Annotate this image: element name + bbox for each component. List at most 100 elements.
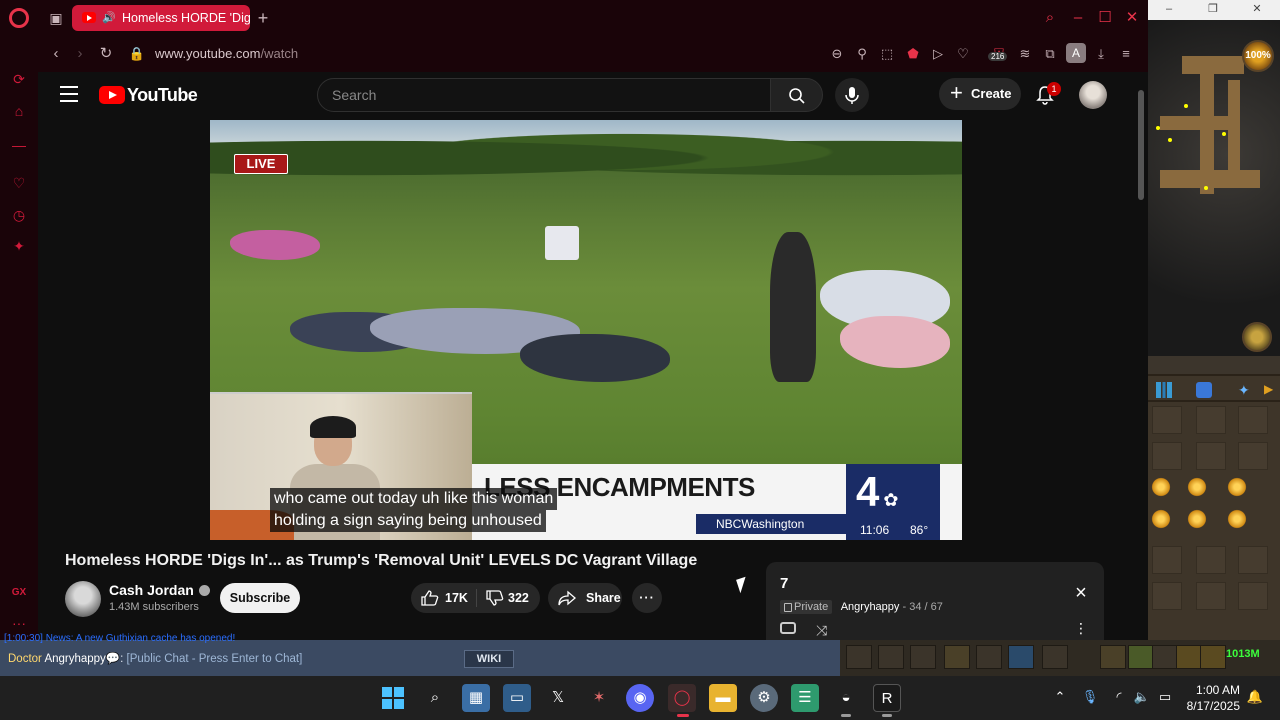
pocket-icon[interactable]: ⬟ [904,45,922,63]
lightbulb-icon[interactable] [944,645,970,669]
calculator-icon[interactable]: ▦ [462,684,490,712]
inventory-slot[interactable] [1238,582,1268,610]
url-field[interactable]: www.youtube.com/watch [155,46,298,61]
rune-item-icon[interactable] [1226,476,1248,498]
search-button[interactable] [770,78,823,112]
music-tab-icon[interactable] [1042,645,1068,669]
youtube-wordmark[interactable]: YouTube [127,85,198,106]
settings-icon[interactable]: ⚙ [750,684,778,712]
channel-name-link[interactable]: Cash Jordan [109,582,210,598]
inventory-slot[interactable] [1152,582,1182,610]
history-icon[interactable]: ◷ [10,206,28,224]
notification-bell-icon[interactable]: 🔔 [1246,688,1264,706]
microphone-tray-icon[interactable]: 🎙 [1081,688,1099,706]
x-app-icon[interactable]: 𝕏 [544,684,572,712]
chat-input-line[interactable]: Doctor Angryhappy💬: [Public Chat - Press… [8,651,302,665]
playlist-close-icon[interactable]: × [1072,583,1090,603]
rune-item-icon[interactable] [1186,476,1208,498]
opera-logo-icon[interactable] [9,8,29,28]
download-icon[interactable]: ⤓ [1092,45,1110,63]
back-button[interactable]: ‹ [46,44,66,64]
snapshot-icon[interactable]: ⬚ [878,45,896,63]
bookmarks-heart-icon[interactable]: ♡ [10,174,28,192]
game-maximize-button[interactable]: ❐ [1206,2,1220,16]
photos-icon[interactable]: ▭ [503,684,531,712]
reload-button[interactable]: ↻ [96,44,116,64]
search-tabs-icon[interactable]: ⌕ [1040,8,1060,28]
game-minimize-button[interactable]: – [1162,2,1176,16]
extensions-icon[interactable]: ⧉ [1041,45,1059,63]
playlist-title[interactable]: 7 [780,575,788,592]
channel-avatar[interactable] [65,581,101,617]
profile-avatar[interactable]: A [1066,43,1086,63]
rune-item-icon[interactable] [1186,508,1208,530]
minimize-button[interactable]: – [1068,8,1088,28]
inventory-slot[interactable] [1238,406,1268,434]
dislike-button[interactable]: 322 [478,583,540,613]
tray-overflow-icon[interactable]: ⌃ [1051,688,1069,706]
brave-icon[interactable]: ✶ [585,684,613,712]
file-explorer-icon[interactable]: ▬ [709,684,737,712]
playlist-owner[interactable]: Angryhappy [841,601,900,613]
lock-tab-icon[interactable] [1176,645,1202,669]
voice-search-button[interactable] [835,78,869,112]
rune-item-icon[interactable] [1150,508,1172,530]
search-input[interactable]: Search [317,78,771,112]
maximize-button[interactable]: ☐ [1095,8,1115,28]
inventory-slot[interactable] [1152,406,1182,434]
share-button[interactable]: Share [548,583,622,613]
hitpoints-orb[interactable]: 100% [1242,40,1274,72]
shuffle-icon[interactable]: ⤨ [816,622,827,639]
game-close-button[interactable]: ✕ [1250,2,1264,16]
lock-icon[interactable]: 🔒 [127,44,147,64]
star-tab-icon[interactable] [1008,645,1034,669]
create-button[interactable]: Create [939,77,1021,110]
forward-button[interactable]: › [70,44,90,64]
account-avatar[interactable] [1079,81,1107,109]
equipment-tab-icon[interactable] [910,645,936,669]
sidebar-more-icon[interactable]: ··· [10,614,28,632]
skills-tab-icon[interactable] [878,645,904,669]
speaker-icon[interactable]: 🔊 [102,5,116,31]
search-icon[interactable]: ⌕ [421,684,449,712]
inventory-slot[interactable] [1238,546,1268,574]
easy-setup-icon[interactable]: ≡ [1117,45,1135,63]
subscribe-button[interactable]: Subscribe [220,583,300,613]
new-tab-button[interactable]: + [254,9,272,27]
notes-tab-icon[interactable] [1100,645,1126,669]
windows-start-icon[interactable] [382,687,404,709]
scrollbar-thumb[interactable] [1138,90,1144,200]
inventory-slot[interactable] [1196,546,1226,574]
inventory-slot[interactable] [1196,582,1226,610]
taskbar-date[interactable]: 8/17/2025 [1176,699,1240,713]
video-player[interactable]: LIVE LESS ENCAMPMENTS NBCWashington 4 ✿ 1… [210,120,962,540]
taskbar-time[interactable]: 1:00 AM [1188,683,1240,697]
wiki-button[interactable]: WIKI [464,650,514,668]
notepad-icon[interactable]: ☰ [791,684,819,712]
quest-tab-icon[interactable] [1196,382,1212,398]
page-scrollbar[interactable] [1136,72,1148,640]
rune-item-icon[interactable] [1226,508,1248,530]
inventory-slot[interactable] [1196,406,1226,434]
close-button[interactable]: ✕ [1122,8,1142,28]
character-tab-icon[interactable] [976,645,1002,669]
inventory-slot[interactable] [1238,442,1268,470]
playlist-more-button[interactable]: ⋮ [1074,620,1088,637]
volume-icon[interactable]: 🔈 [1133,688,1151,706]
tab-island-icon[interactable]: ▣ [47,9,65,27]
menu-icon[interactable] [60,86,78,102]
audio-visualizer-icon[interactable]: ≋ [1016,45,1034,63]
opera-gx-icon[interactable]: ◯ [668,684,696,712]
send-icon[interactable]: ▷ [929,45,947,63]
pin-icon[interactable]: ⚲ [853,45,871,63]
battery-icon[interactable]: ▭ [1156,688,1174,706]
game-launcher-icon[interactable]: ◒ [832,684,860,712]
bank-tab-icon[interactable] [1200,645,1226,669]
zoom-icon[interactable]: ⊖ [828,45,846,63]
combat-tab-icon[interactable] [846,645,872,669]
gx-label[interactable]: GX [10,584,28,602]
inventory-slot[interactable] [1196,442,1226,470]
loop-playlist-icon[interactable] [780,622,796,634]
stats-tab-icon[interactable] [1156,382,1172,398]
bookmark-heart-icon[interactable]: ♡ [954,45,972,63]
